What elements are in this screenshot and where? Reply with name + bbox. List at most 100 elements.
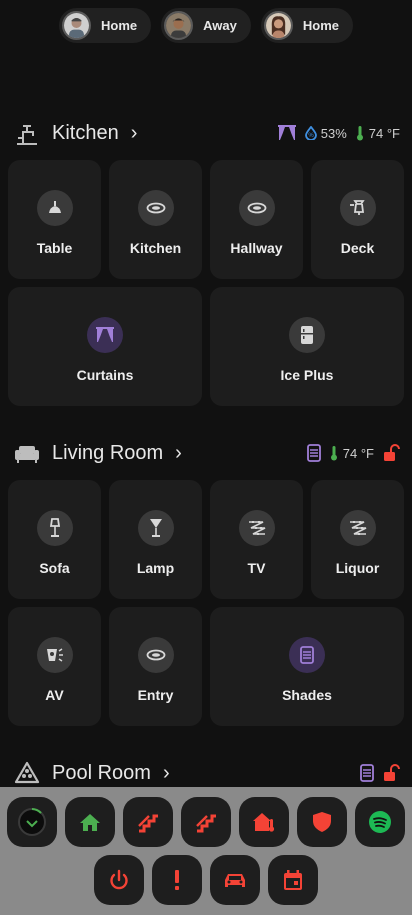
stairs-icon [196, 814, 216, 833]
person-badge[interactable]: Away [161, 8, 251, 43]
room-status-chips [360, 764, 400, 782]
blinds-icon [306, 444, 321, 462]
blinds-icon [360, 764, 374, 782]
home-thermometer-icon [253, 813, 275, 832]
security-button[interactable] [297, 797, 347, 847]
stairs-button[interactable] [181, 797, 231, 847]
lock-status[interactable] [382, 764, 400, 782]
power-icon [110, 869, 128, 890]
pool-room-header[interactable]: Pool Room › [14, 758, 400, 788]
avatar [62, 11, 91, 40]
avatar [164, 11, 194, 40]
tile-label: Curtains [76, 366, 134, 383]
scroll-indicator-icon [18, 808, 46, 836]
temperature-value: 74 °F [342, 445, 374, 461]
shades-status[interactable] [360, 764, 374, 782]
floor-lamp-icon [36, 509, 73, 546]
tile-shades[interactable]: Shades [210, 607, 404, 726]
dock-row-2 [0, 855, 412, 905]
tile-label: Liquor [335, 559, 380, 576]
calendar-icon [284, 870, 302, 890]
curtains-status[interactable] [277, 124, 297, 142]
tile-kitchen[interactable]: Kitchen [109, 160, 202, 279]
room-title: Pool Room [52, 761, 151, 784]
tile-ice-plus[interactable]: Ice Plus [210, 287, 404, 406]
tile-lamp[interactable]: Lamp [109, 480, 202, 599]
bottom-dock [0, 787, 412, 915]
car-icon [225, 874, 245, 887]
person-badge[interactable]: Home [260, 8, 353, 43]
fridge-icon [289, 316, 325, 353]
lock-status[interactable] [382, 444, 400, 462]
recessed-light-icon [137, 636, 174, 673]
chevron-right-icon: › [175, 442, 182, 464]
tile-sofa[interactable]: Sofa [8, 480, 101, 599]
recessed-light-icon [137, 189, 174, 226]
speaker-icon [36, 636, 73, 673]
tile-label: Kitchen [129, 239, 182, 256]
tile-label: Table [36, 239, 73, 256]
car-button[interactable] [210, 855, 260, 905]
person-status: Away [203, 18, 237, 33]
curtains-icon [277, 125, 296, 140]
chevron-right-icon: › [162, 762, 170, 784]
calendar-button[interactable] [268, 855, 318, 905]
tile-label: Deck [340, 239, 375, 256]
faucet-icon [14, 120, 40, 146]
tile-deck[interactable]: Deck [311, 160, 404, 279]
temperature-value: 74 °F [368, 125, 400, 141]
tile-label: Sofa [39, 559, 70, 576]
tile-entry[interactable]: Entry [109, 607, 202, 726]
room-title: Kitchen [52, 121, 119, 144]
sofa-icon [14, 440, 40, 466]
tile-label: TV [247, 559, 266, 576]
kitchen-header[interactable]: Kitchen › % 53% 74 °F [14, 118, 400, 148]
spotify-button[interactable] [355, 797, 405, 847]
presence-bar: Home Away Home [0, 8, 412, 43]
blinds-icon [289, 636, 325, 673]
tile-liquor[interactable]: Liquor [311, 480, 404, 599]
chevron-right-icon: › [130, 122, 138, 144]
tile-curtains[interactable]: Curtains [8, 287, 202, 406]
curtains-icon [87, 316, 123, 353]
lock-open-icon [384, 764, 400, 781]
person-status: Home [101, 18, 138, 33]
shield-icon [313, 812, 331, 832]
tile-label: Ice Plus [280, 366, 334, 383]
stairs-icon [138, 814, 158, 833]
home-icon [80, 814, 100, 831]
recessed-light-icon [238, 189, 275, 226]
room-status-chips: 74 °F [306, 444, 400, 462]
home-button[interactable] [65, 797, 115, 847]
led-strip-icon [238, 509, 275, 546]
home-thermometer-button[interactable] [239, 797, 289, 847]
thermometer-icon [330, 446, 337, 461]
alert-button[interactable] [152, 855, 202, 905]
living-room-header[interactable]: Living Room › 74 °F [14, 438, 400, 468]
dock-row-1 [0, 797, 412, 847]
temperature-chip[interactable]: 74 °F [329, 445, 374, 461]
billiards-rack-icon [14, 760, 40, 786]
tile-label: Lamp [136, 559, 175, 576]
lock-open-icon [384, 444, 400, 461]
living-room-tiles: Sofa Lamp TV Liquor AV Entry Shades [8, 480, 404, 726]
room-status-chips: % 53% 74 °F [277, 124, 400, 142]
tile-label: AV [45, 686, 64, 703]
person-badge[interactable]: Home [59, 8, 152, 43]
tile-table[interactable]: Table [8, 160, 101, 279]
led-strip-icon [339, 509, 376, 546]
tile-av[interactable]: AV [8, 607, 101, 726]
tile-hallway[interactable]: Hallway [210, 160, 303, 279]
thermometer-icon [356, 126, 363, 141]
stairs-button[interactable] [123, 797, 173, 847]
shades-status[interactable] [306, 444, 321, 462]
water-drop-icon: % [304, 126, 317, 140]
humidity-chip[interactable]: % 53% [304, 126, 347, 141]
spotify-icon [369, 811, 391, 833]
temperature-chip[interactable]: 74 °F [355, 125, 400, 141]
tile-tv[interactable]: TV [210, 480, 303, 599]
power-button[interactable] [94, 855, 144, 905]
scroll-indicator-button[interactable] [7, 797, 57, 847]
ceiling-light-icon [36, 189, 73, 226]
tile-label: Hallway [230, 239, 283, 256]
